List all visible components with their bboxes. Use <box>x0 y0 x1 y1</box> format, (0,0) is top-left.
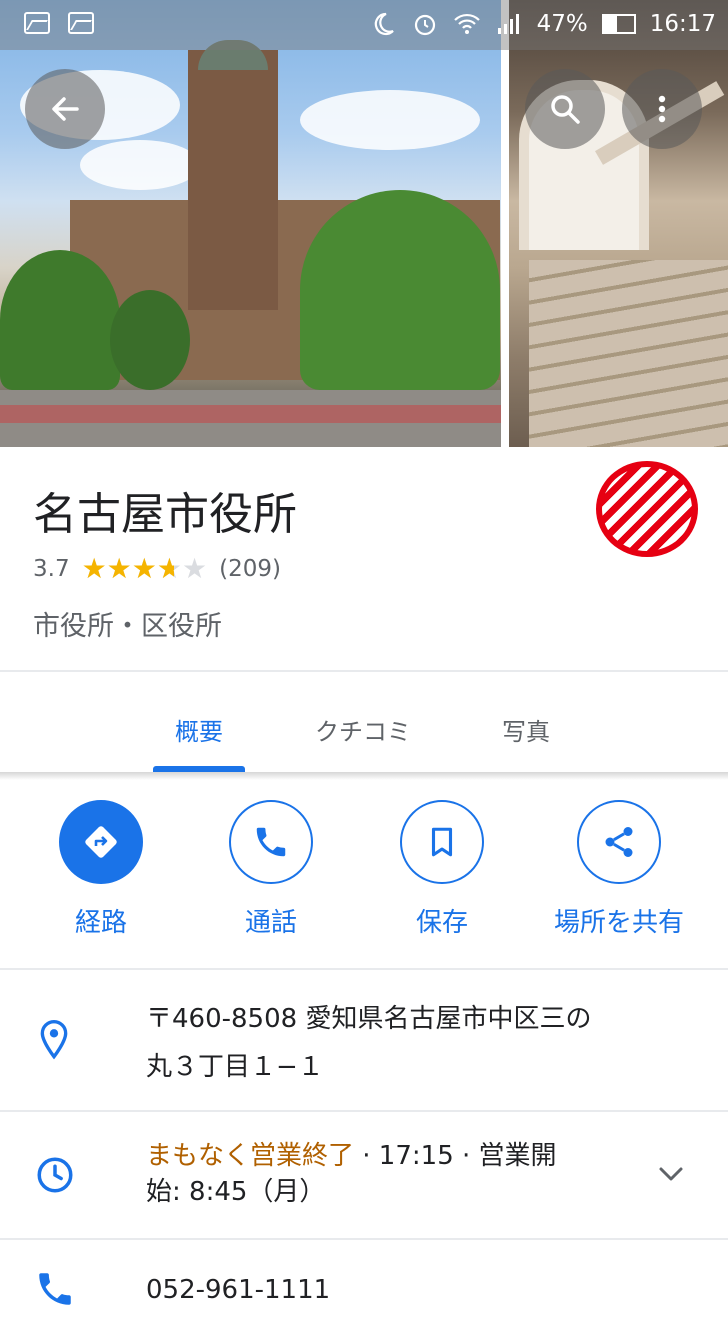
search-button[interactable] <box>525 69 605 149</box>
back-button[interactable] <box>25 69 105 149</box>
do-not-disturb-icon <box>369 10 397 38</box>
share-icon <box>605 827 633 857</box>
divider <box>0 670 728 672</box>
save-label: 保存 <box>415 908 468 938</box>
signal-icon <box>495 10 523 38</box>
call-label: 通話 <box>244 908 297 938</box>
more-options-button[interactable] <box>622 69 702 149</box>
image-notification-icon <box>68 12 94 34</box>
bookmark-icon <box>431 827 453 857</box>
status-bar: 47% 16:17 <box>0 0 728 50</box>
city-hall-photo[interactable] <box>0 0 501 447</box>
clock: 16:17 <box>649 11 716 37</box>
review-count: (209) <box>219 555 281 582</box>
more-vert-icon <box>658 95 666 123</box>
image-notification-icon <box>24 12 50 34</box>
share-button[interactable]: 場所を共有 <box>534 800 704 939</box>
clock-icon <box>37 1157 73 1193</box>
hours-opening: 始: 8:45（月） <box>146 1177 326 1207</box>
directions-button[interactable]: 経路 <box>16 800 186 939</box>
arrow-left-icon <box>52 97 79 121</box>
save-button[interactable]: 保存 <box>357 800 527 939</box>
battery-percent: 47% <box>536 11 588 37</box>
address-row[interactable]: 〒460-8508 愛知県名古屋市中区三の 丸３丁目１−１ <box>0 970 728 1110</box>
phone-icon <box>39 1273 71 1305</box>
rating-stars: ★★★★★ ★★★★★ <box>81 552 208 585</box>
phone-row[interactable]: 052-961-1111 <box>0 1240 728 1344</box>
directions-label: 経路 <box>74 908 127 938</box>
hours-status: まもなく営業終了 <box>146 1141 355 1171</box>
hours-detail: · 17:15 · 営業開 <box>354 1141 557 1171</box>
address-line-2: 丸３丁目１−１ <box>146 1052 324 1082</box>
chevron-down-icon[interactable] <box>656 1162 686 1186</box>
call-button[interactable]: 通話 <box>186 800 356 939</box>
staircase-photo[interactable] <box>509 0 728 447</box>
location-pin-icon <box>40 1019 68 1060</box>
phone-number: 052-961-1111 <box>146 1275 331 1305</box>
tab-shadow <box>0 772 728 780</box>
striped-badge-icon <box>596 461 698 557</box>
battery-icon <box>601 14 636 34</box>
place-title: 名古屋市役所 <box>33 489 297 540</box>
phone-icon <box>256 827 286 857</box>
address-line-1: 〒460-8508 愛知県名古屋市中区三の <box>146 1004 592 1034</box>
tab-reviews[interactable]: クチコミ <box>300 712 426 747</box>
share-label: 場所を共有 <box>553 908 684 938</box>
wifi-icon <box>453 10 481 38</box>
tab-photos[interactable]: 写真 <box>480 712 572 747</box>
rating-value: 3.7 <box>33 555 70 582</box>
rating-row[interactable]: 3.7 ★★★★★ ★★★★★ (209) <box>33 552 281 585</box>
directions-icon <box>85 826 117 858</box>
tab-overview[interactable]: 概要 <box>153 712 245 747</box>
alarm-icon <box>411 10 439 38</box>
search-icon <box>551 95 580 124</box>
hero-photos[interactable] <box>0 0 728 447</box>
place-category: 市役所・区役所 <box>33 611 222 642</box>
hours-row[interactable]: まもなく営業終了 · 17:15 · 営業開 始: 8:45（月） <box>0 1112 728 1238</box>
